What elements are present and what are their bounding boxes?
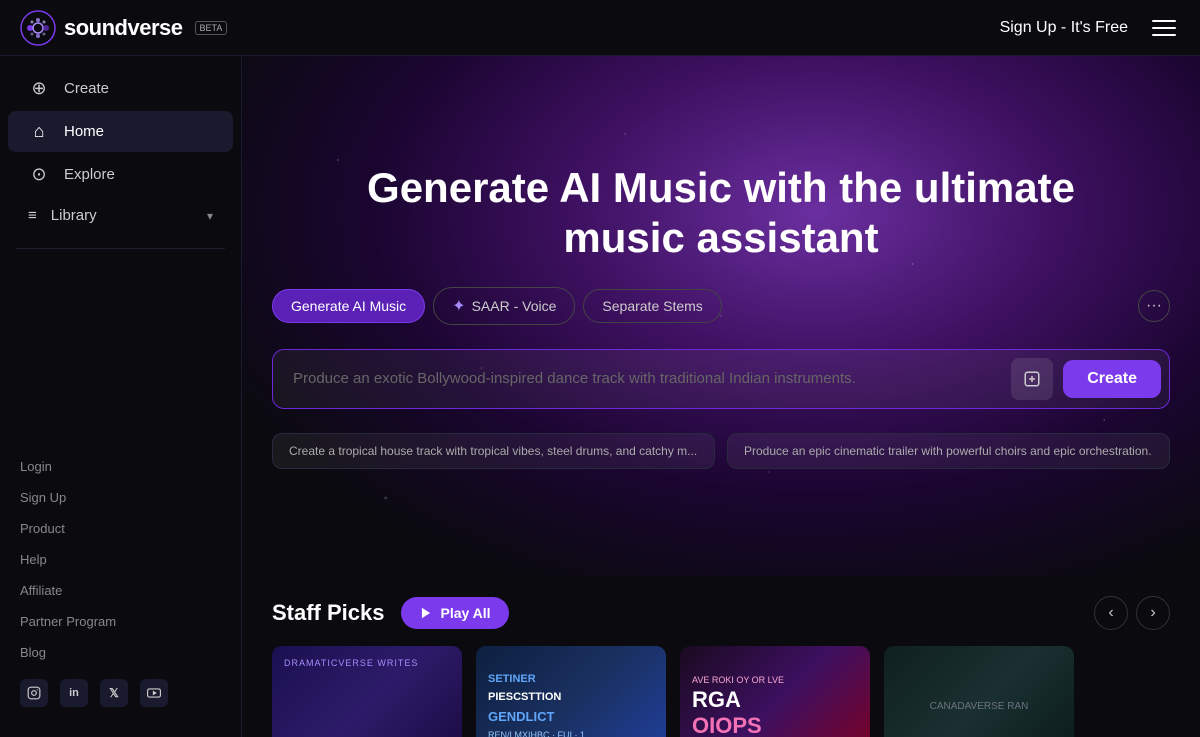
nav-right: Sign Up - It's Free: [1000, 16, 1180, 40]
hero-content: Generate AI Music with the ultimate musi…: [242, 163, 1200, 470]
spark-icon: ✦: [452, 296, 465, 316]
explore-icon: ⊙: [28, 164, 50, 185]
sidebar-item-home[interactable]: ⌂ Home: [8, 111, 233, 152]
nav-arrows: ‹ ›: [1094, 596, 1170, 630]
sidebar-top: ⊕ Create ⌂ Home ⊙ Explore ≡ Library ▾: [0, 68, 241, 261]
sidebar-link-blog[interactable]: Blog: [0, 638, 241, 667]
chevron-left-icon: ‹: [1108, 604, 1113, 622]
instagram-icon[interactable]: [20, 679, 48, 707]
sidebar-link-login[interactable]: Login: [0, 452, 241, 481]
sidebar-home-label: Home: [64, 123, 104, 140]
hero-title: Generate AI Music with the ultimate musi…: [321, 163, 1121, 264]
more-dots-icon: ···: [1146, 297, 1162, 315]
sidebar-library-label: Library: [51, 207, 97, 224]
hamburger-line-3: [1152, 34, 1176, 36]
attachment-button[interactable]: [1011, 358, 1053, 400]
sidebar-link-help[interactable]: Help: [0, 545, 241, 574]
main-content: Generate AI Music with the ultimate musi…: [242, 56, 1200, 737]
tab-separate-stems[interactable]: Separate Stems: [583, 289, 721, 323]
next-arrow-button[interactable]: ›: [1136, 596, 1170, 630]
top-nav: soundverse BETA Sign Up - It's Free: [0, 0, 1200, 56]
soundverse-logo-icon: [20, 10, 56, 46]
sidebar-socials: in 𝕏: [0, 669, 241, 717]
tabs-row: Generate AI Music ✦ SAAR - Voice Separat…: [272, 287, 1170, 325]
tab-generate-ai-music[interactable]: Generate AI Music: [272, 289, 425, 323]
library-icon: ≡: [28, 207, 37, 224]
staff-picks-title: Staff Picks: [272, 600, 385, 626]
staff-picks-header: Staff Picks Play All ‹ ›: [272, 596, 1170, 630]
sidebar-item-create[interactable]: ⊕ Create: [8, 68, 233, 109]
sidebar: ⊕ Create ⌂ Home ⊙ Explore ≡ Library ▾ Lo…: [0, 56, 242, 737]
logo-text: soundverse: [64, 15, 183, 41]
sidebar-item-explore[interactable]: ⊙ Explore: [8, 154, 233, 195]
sidebar-item-library[interactable]: ≡ Library ▾: [8, 197, 233, 234]
hamburger-menu[interactable]: [1148, 16, 1180, 40]
play-all-label: Play All: [441, 605, 491, 621]
library-chevron-icon: ▾: [207, 209, 213, 223]
sign-up-link[interactable]: Sign Up - It's Free: [1000, 19, 1128, 37]
hamburger-line-2: [1152, 27, 1176, 29]
sidebar-divider: [16, 248, 225, 249]
sidebar-explore-label: Explore: [64, 166, 115, 183]
tab-saar-voice[interactable]: ✦ SAAR - Voice: [433, 287, 575, 325]
home-icon: ⌂: [28, 121, 50, 142]
prev-arrow-button[interactable]: ‹: [1094, 596, 1128, 630]
chevron-right-icon: ›: [1150, 604, 1155, 622]
sidebar-link-product[interactable]: Product: [0, 514, 241, 543]
sidebar-link-partner[interactable]: Partner Program: [0, 607, 241, 636]
play-icon: [419, 606, 433, 620]
youtube-icon[interactable]: [140, 679, 168, 707]
app-layout: ⊕ Create ⌂ Home ⊙ Explore ≡ Library ▾ Lo…: [0, 56, 1200, 737]
sidebar-bottom: Login Sign Up Product Help Affiliate Par…: [0, 452, 241, 725]
hero-section: Generate AI Music with the ultimate musi…: [242, 56, 1200, 576]
music-card-2[interactable]: SETINER PIESCSTTION GENDLICT REN/LMXIHBC…: [476, 646, 666, 737]
suggestion-chip-2[interactable]: Produce an epic cinematic trailer with p…: [727, 433, 1170, 469]
beta-label: BETA: [195, 21, 228, 35]
music-card-3[interactable]: AVE ROKI OY OR LVE RGA OIOPS: [680, 646, 870, 737]
tab-saar-voice-label: SAAR - Voice: [472, 298, 557, 314]
linkedin-icon[interactable]: in: [60, 679, 88, 707]
play-all-button[interactable]: Play All: [401, 597, 509, 629]
sidebar-link-signup[interactable]: Sign Up: [0, 483, 241, 512]
attachment-icon: [1023, 370, 1041, 388]
sidebar-create-label: Create: [64, 80, 109, 97]
staff-picks-section: Staff Picks Play All ‹ ›: [242, 576, 1200, 737]
cards-row: DRAMATICVERSE WRITES PORTUPIR TILINE SET…: [272, 646, 1170, 737]
music-card-4[interactable]: CANADAVERSE RAN: [884, 646, 1074, 737]
prompt-input[interactable]: [293, 368, 1001, 391]
prompt-input-row: Create: [272, 349, 1170, 409]
create-button[interactable]: Create: [1063, 360, 1161, 398]
hamburger-line-1: [1152, 20, 1176, 22]
twitter-icon[interactable]: 𝕏: [100, 679, 128, 707]
suggestions-row: Create a tropical house track with tropi…: [272, 433, 1170, 469]
create-icon: ⊕: [28, 78, 50, 99]
suggestion-chip-1[interactable]: Create a tropical house track with tropi…: [272, 433, 715, 469]
music-card-1[interactable]: DRAMATICVERSE WRITES PORTUPIR TILINE: [272, 646, 462, 737]
sidebar-link-affiliate[interactable]: Affiliate: [0, 576, 241, 605]
logo-area: soundverse BETA: [20, 10, 227, 46]
tab-more-button[interactable]: ···: [1138, 290, 1170, 322]
